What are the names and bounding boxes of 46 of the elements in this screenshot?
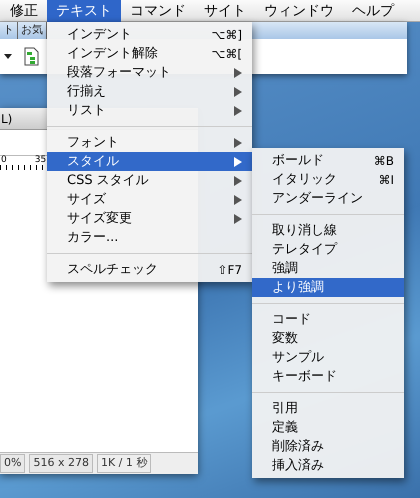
menu-item[interactable]: 定義 <box>252 418 404 437</box>
menu-item[interactable]: コード <box>252 310 404 329</box>
menu-item[interactable]: 削除済み <box>252 437 404 456</box>
document-tree-icon[interactable] <box>24 47 39 66</box>
menu-item[interactable]: カラー... <box>47 228 252 247</box>
menu-bar-item[interactable]: テキスト <box>47 0 121 22</box>
menu-item[interactable]: フォント <box>47 133 252 152</box>
ruler-label: 0 <box>1 156 7 167</box>
shortcut-label: ⇧F7 <box>217 262 242 278</box>
menu-item[interactable]: CSS スタイル <box>47 171 252 190</box>
menu-item[interactable]: インデント解除 ⌥⌘[ <box>47 44 252 63</box>
ruler-label: 35 <box>34 156 46 167</box>
shortcut-label: ⌘B <box>374 152 394 170</box>
menu-item[interactable]: 強調 <box>252 259 404 278</box>
menu-item[interactable]: 引用 <box>252 399 404 418</box>
shortcut-label: ⌘I <box>378 172 394 188</box>
menu-item[interactable]: インデント ⌥⌘] <box>47 25 252 44</box>
zoom-select[interactable]: 0% <box>0 454 26 473</box>
menu-item[interactable]: 変数 <box>252 329 404 348</box>
menu-item[interactable]: リスト <box>47 101 252 120</box>
menu-item[interactable]: サイズ <box>47 190 252 209</box>
menu-item[interactable]: ボールド ⌘B <box>252 151 404 170</box>
window-size-select[interactable]: 516 x 278 <box>29 454 93 473</box>
menu-item[interactable]: サイズ変更 <box>47 209 252 228</box>
menu-bar-item[interactable]: ヘルプ <box>343 0 403 22</box>
menu-item[interactable]: より強調 <box>252 278 404 297</box>
menu-bar-item[interactable]: 修正 <box>1 0 47 22</box>
window-title: L) <box>1 110 12 128</box>
menu-item[interactable]: テレタイプ <box>252 240 404 259</box>
download-time: 1K / 1 秒 <box>96 454 152 473</box>
shortcut-label: ⌥⌘[ <box>211 46 242 62</box>
menu-item[interactable]: スペルチェック ⇧F7 <box>47 260 252 279</box>
menu-bar-item[interactable]: サイト <box>195 0 255 22</box>
menu-item[interactable]: 行揃え <box>47 82 252 101</box>
menu-item[interactable]: サンプル <box>252 348 404 367</box>
menu-bar-item[interactable]: コマンド <box>121 0 195 22</box>
menu-item[interactable]: 取り消し線 <box>252 221 404 240</box>
menu-item[interactable]: キーボード <box>252 367 404 386</box>
menu-item[interactable]: イタリック ⌘I <box>252 170 404 189</box>
menu-item[interactable]: 段落フォーマット <box>47 63 252 82</box>
menu-item[interactable]: スタイル <box>47 152 252 171</box>
shortcut-label: ⌥⌘] <box>211 26 242 44</box>
menu-item[interactable]: 挿入済み <box>252 456 404 475</box>
menu-bar-item[interactable]: ウィンドウ <box>255 0 343 22</box>
dropdown-caret-icon[interactable] <box>4 54 12 59</box>
menu-item[interactable]: アンダーライン <box>252 189 404 208</box>
